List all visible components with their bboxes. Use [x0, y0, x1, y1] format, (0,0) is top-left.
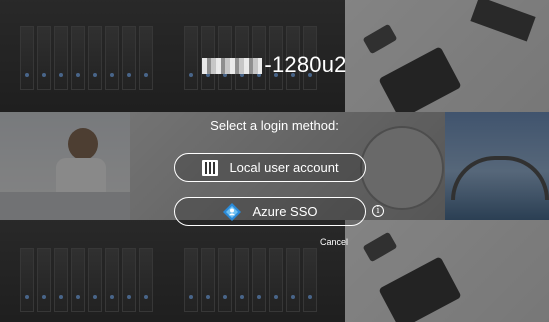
login-method-prompt: Select a login method:: [210, 118, 339, 133]
local-user-account-button[interactable]: Local user account: [174, 153, 366, 182]
info-icon[interactable]: i: [372, 205, 384, 217]
cancel-link[interactable]: Cancel: [320, 237, 348, 247]
device-title: -1280u2: [0, 52, 549, 78]
local-account-icon: [201, 159, 219, 177]
azure-sso-button[interactable]: Azure SSO: [174, 197, 366, 226]
device-model: -1280u2: [264, 52, 347, 77]
local-user-account-label: Local user account: [229, 160, 339, 175]
azure-icon: [222, 202, 242, 222]
redacted-name: [202, 58, 263, 75]
azure-sso-label: Azure SSO: [252, 204, 318, 219]
